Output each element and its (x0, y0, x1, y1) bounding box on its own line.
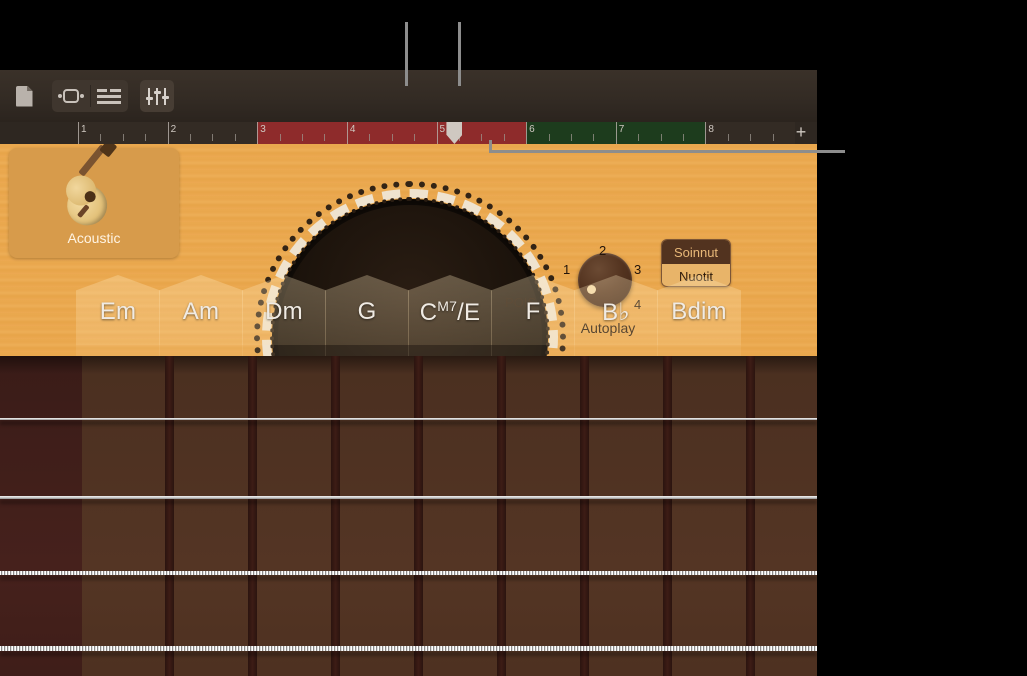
ruler-bar-label: 3 (260, 124, 266, 135)
fret-8 (746, 356, 755, 676)
ruler-beat-tick (324, 134, 326, 141)
string-shadow (0, 500, 817, 504)
loop-browser-icon (58, 89, 84, 103)
fret-4 (414, 356, 423, 676)
guitar-string-1[interactable] (0, 418, 817, 420)
ruler-beat-tick (414, 134, 416, 141)
ruler-beat-tick (145, 134, 147, 141)
ruler-beat-tick (234, 134, 236, 141)
track-list-icon (97, 88, 121, 104)
guitar-instrument-view: POIS 1 2 3 4 Autoplay Soinnut Nuotit EmA… (0, 144, 817, 676)
toolbar-divider (90, 85, 91, 107)
document-button[interactable] (10, 81, 38, 111)
screenshot-root: ? 12345678 + POIS 1 2 (0, 0, 1027, 676)
chord-label: Dm (265, 298, 303, 325)
fret-6 (580, 356, 589, 676)
ruler-bar-label: 1 (81, 124, 87, 135)
ruler-beat-tick (481, 134, 483, 141)
chord-label: CM7/E (419, 298, 481, 326)
ruler-beat-tick (190, 134, 192, 141)
acoustic-guitar-icon (46, 144, 141, 236)
mixer-sliders-icon (146, 87, 169, 105)
fret-1 (165, 356, 174, 676)
track-list-button[interactable] (90, 80, 128, 112)
mixer-button[interactable] (140, 80, 174, 112)
guitar-string-2[interactable] (0, 496, 817, 499)
ruler-bar-label: 6 (529, 124, 535, 135)
guitar-string-4[interactable] (0, 646, 817, 651)
ruler-beat-tick (682, 134, 684, 141)
ruler-beat-tick (593, 134, 595, 141)
ruler-beat-tick (369, 134, 371, 141)
ruler-beat-tick (391, 134, 393, 141)
add-track-button[interactable]: + (793, 123, 809, 141)
ruler-bar-label: 2 (170, 124, 177, 135)
chord-label: Bdim (671, 298, 727, 325)
ruler-beat-tick (638, 134, 640, 141)
fret-3 (331, 356, 340, 676)
string-shadow (0, 652, 817, 656)
fret-7 (663, 356, 672, 676)
ruler-beat-tick (212, 134, 214, 141)
ruler-beat-tick (772, 134, 774, 141)
chord-label: B♭ (602, 299, 630, 326)
garageband-window: ? 12345678 + POIS 1 2 (0, 70, 817, 676)
ruler-beat-tick (750, 134, 752, 141)
guitar-string-3[interactable] (0, 571, 817, 575)
ruler-beat-tick (570, 134, 572, 141)
ruler-beat-tick (122, 134, 124, 141)
ruler-bar-label: 7 (618, 124, 625, 135)
chord-label: Am (182, 298, 220, 325)
ruler-bar-label: 5 (439, 124, 446, 135)
ruler-beat-tick (100, 134, 102, 141)
loop-browser-button[interactable] (52, 80, 90, 112)
ruler-beat-tick (279, 134, 281, 141)
instrument-card[interactable]: Acoustic (9, 144, 179, 258)
chord-label: F (525, 298, 541, 325)
ruler-beat-tick (302, 134, 304, 141)
callout-line-play (405, 22, 408, 86)
ruler-bar-label: 4 (349, 124, 356, 135)
fretboard-top-shadow (0, 356, 817, 374)
chord-label: G (357, 298, 377, 325)
ruler-beat-tick (503, 134, 505, 141)
toolbar: ? (0, 70, 817, 182)
fretboard[interactable] (0, 356, 817, 676)
fret-5 (497, 356, 506, 676)
document-icon (15, 85, 33, 107)
ruler-beat-tick (727, 134, 729, 141)
timeline-ruler[interactable]: 1 2 3 4 5 6 7 8 + (0, 122, 817, 144)
chord-label: Em (99, 298, 137, 325)
ruler-bar-label: 8 (708, 124, 714, 135)
ruler-beat-tick (548, 134, 550, 141)
callout-line-playhead-horizontal (491, 150, 845, 153)
callout-line-record (458, 22, 461, 86)
nut (0, 356, 82, 676)
view-toggle-group (52, 80, 128, 112)
string-shadow (0, 421, 817, 425)
ruler-beat-tick (660, 134, 662, 141)
string-shadow (0, 576, 817, 580)
ruler-track[interactable]: 1 2 3 4 5 6 7 8 (78, 122, 795, 144)
fret-2 (248, 356, 257, 676)
